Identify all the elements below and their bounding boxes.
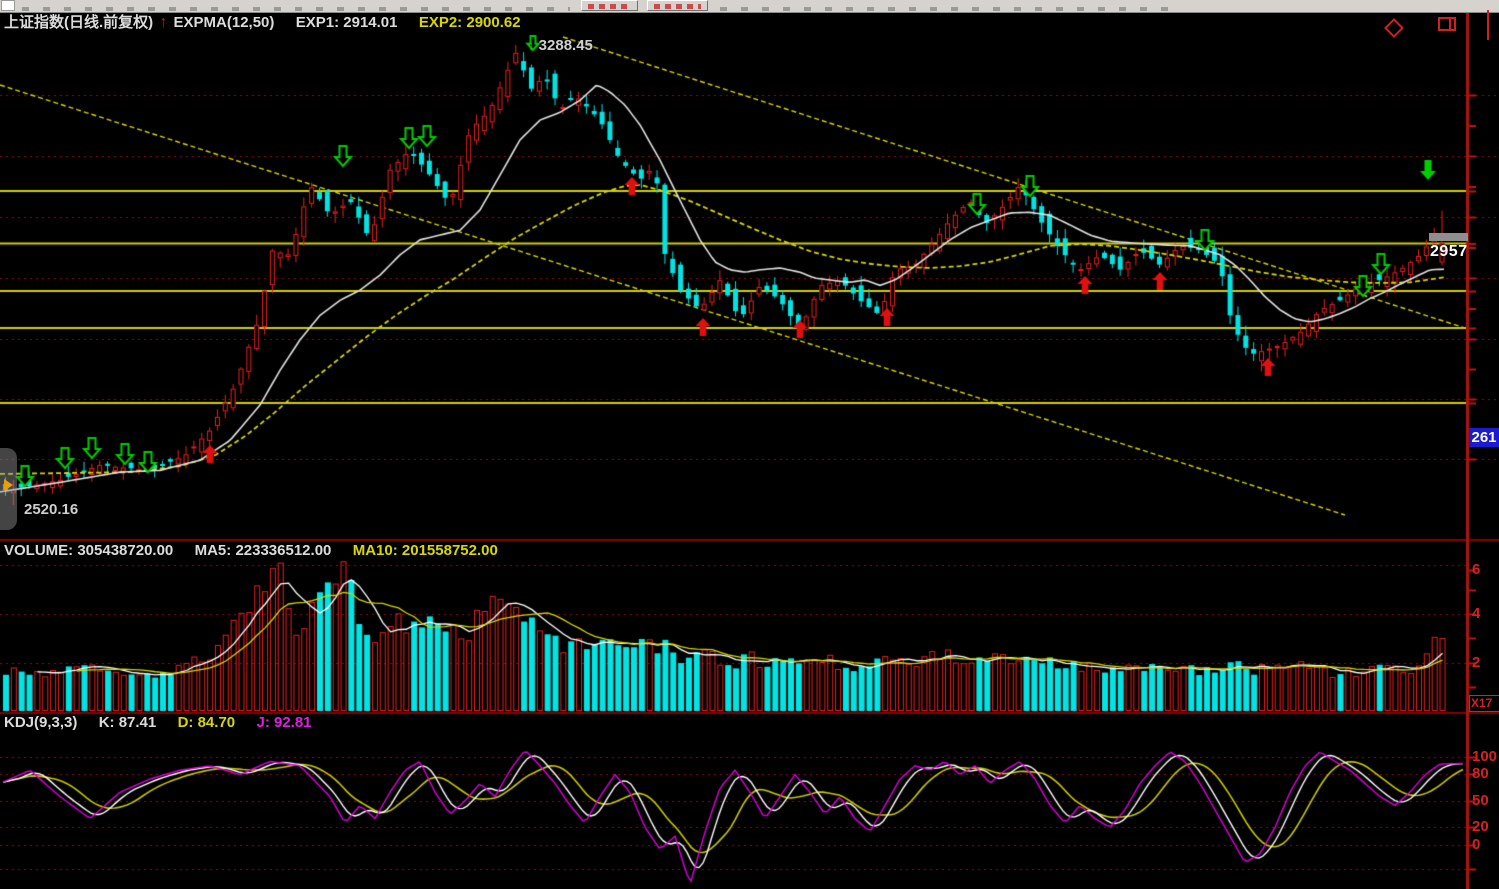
kdj-d-value: D: 84.70 xyxy=(178,714,236,731)
exp1-value: EXP1: 2914.01 xyxy=(296,14,398,31)
symbol-title: 上证指数(日线.前复权) xyxy=(4,14,153,31)
toolbar-menu-fragments xyxy=(22,7,570,11)
kdj-indicator-label[interactable]: KDJ(9,3,3) xyxy=(4,714,77,731)
current-price-marker-bar xyxy=(1429,233,1468,241)
volume-value[interactable]: VOLUME: 305438720.00 xyxy=(4,542,173,559)
kdj-axis-label-20: 20 xyxy=(1472,819,1498,834)
volume-axis-label-6: 6 xyxy=(1472,562,1498,577)
kdj-axis-label-0: 0 xyxy=(1472,837,1498,852)
kdj-k-value: K: 87.41 xyxy=(99,714,157,731)
peak-price-value: 3288.45 xyxy=(539,37,593,54)
expand-right-icon xyxy=(4,479,13,491)
stock-chart-canvas[interactable] xyxy=(0,0,1499,889)
volume-title-row: VOLUME: 305438720.00 MA5: 223336512.00 M… xyxy=(4,542,498,560)
low-price-label: 2520.16 xyxy=(24,501,78,518)
volume-multiplier-badge: X17 xyxy=(1469,695,1499,712)
crosshair-tick-icon xyxy=(1487,10,1489,40)
kdj-axis-label-50: 50 xyxy=(1472,793,1498,808)
trading-app-window: 上证指数(日线.前复权) ↑ EXPMA(12,50) EXP1: 2914.0… xyxy=(0,0,1499,889)
side-panel-expand-handle[interactable] xyxy=(0,448,17,530)
peak-price-label: ↓ 3288.45 xyxy=(528,37,593,54)
current-price-value: 2957 xyxy=(1430,243,1469,261)
volume-ma5-value: MA5: 223336512.00 xyxy=(195,542,332,559)
kdj-axis-label-80: 80 xyxy=(1472,766,1498,781)
kdj-j-value: J: 92.81 xyxy=(256,714,311,731)
toolbar-menu-fragments-right xyxy=(720,7,1180,11)
price-badge: 261 xyxy=(1469,428,1499,447)
volume-axis-label-2: 2 xyxy=(1472,655,1498,670)
kdj-axis-label-100: 100 xyxy=(1472,749,1498,764)
toolbar-button-1[interactable] xyxy=(581,0,638,11)
exp2-value: EXP2: 2900.62 xyxy=(419,14,521,31)
main-chart-title-row: 上证指数(日线.前复权) ↑ EXPMA(12,50) EXP1: 2914.0… xyxy=(4,14,521,32)
up-arrow-icon: ↑ xyxy=(157,14,169,31)
toolbar-white-box[interactable] xyxy=(1,0,15,11)
kdj-title-row: KDJ(9,3,3) K: 87.41 D: 84.70 J: 92.81 xyxy=(4,714,312,732)
toolbar-button-2[interactable] xyxy=(647,0,708,11)
indicator-label[interactable]: EXPMA(12,50) xyxy=(174,14,275,31)
peak-green-arrow-icon: ↓ xyxy=(528,38,535,53)
volume-ma10-value: MA10: 201558752.00 xyxy=(353,542,498,559)
toolbar-button-1-label xyxy=(588,4,631,9)
volume-axis-label-4: 4 xyxy=(1472,606,1498,621)
window-icon[interactable] xyxy=(1438,17,1456,31)
top-toolbar[interactable] xyxy=(0,0,1499,13)
toolbar-button-2-label xyxy=(654,4,701,9)
